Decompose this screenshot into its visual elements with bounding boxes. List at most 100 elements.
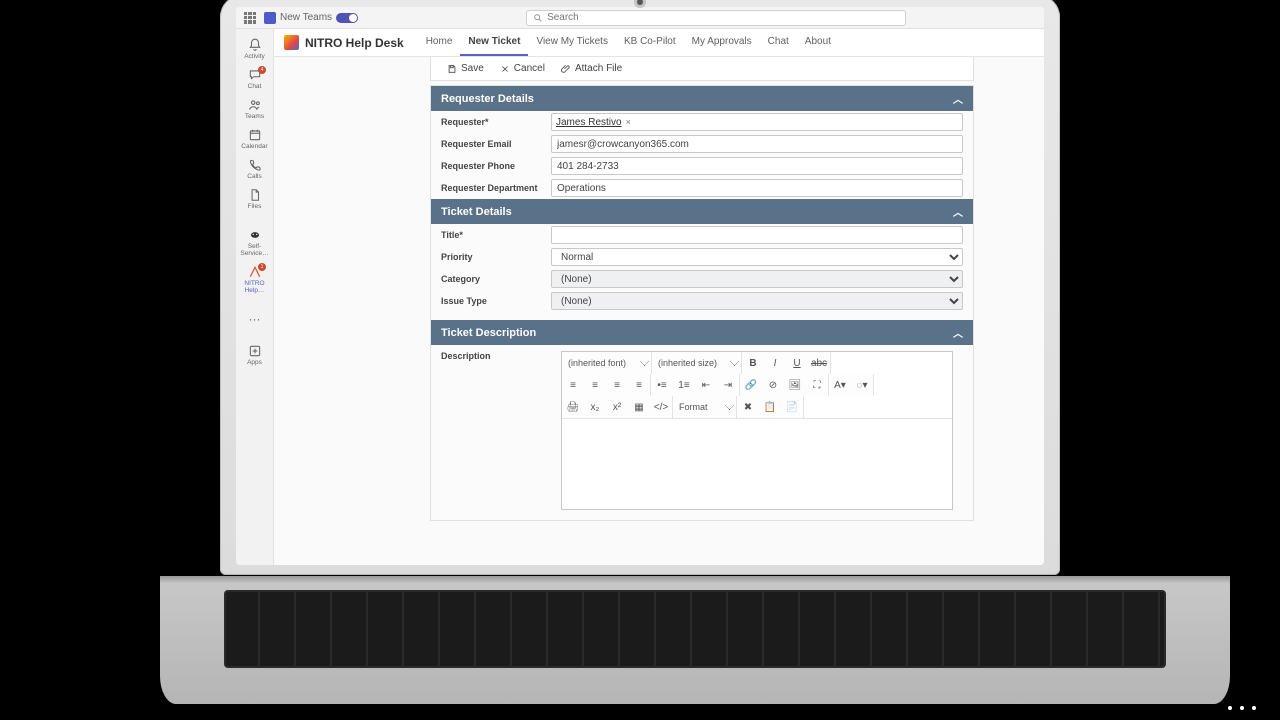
tab-my-approvals[interactable]: My Approvals [684, 29, 760, 56]
row-requester-email: Requester Email [431, 133, 973, 155]
close-icon [500, 64, 510, 74]
issuetype-label: Issue Type [441, 296, 551, 306]
clear-format-button[interactable]: ✖ [737, 396, 759, 418]
requester-phone-input[interactable] [551, 157, 963, 175]
app-pane: NITRO Help Desk Home New Ticket View My … [274, 29, 1044, 565]
attach-file-button[interactable]: Attach File [555, 61, 628, 76]
chevron-up-icon: ︿ [953, 204, 963, 219]
requester-people-picker[interactable]: James Restivo × [551, 113, 963, 131]
align-right-button[interactable]: ≡ [606, 374, 628, 396]
camera-dot [637, 0, 643, 5]
row-priority: Priority Normal [431, 246, 973, 268]
italic-button[interactable]: I [764, 352, 786, 374]
category-select[interactable]: (None) [551, 270, 963, 288]
carousel-dots [1228, 706, 1256, 710]
bell-icon [248, 38, 262, 52]
rail-files[interactable]: Files [236, 185, 273, 213]
tab-kb-copilot[interactable]: KB Co-Pilot [616, 29, 684, 56]
rail-activity[interactable]: Activity [236, 35, 273, 63]
bold-button[interactable]: B [742, 352, 764, 374]
numbered-list-button[interactable]: 1≡ [673, 374, 695, 396]
fullscreen-button[interactable]: ⛶ [806, 374, 828, 396]
row-requester: Requester* James Restivo × [431, 111, 973, 133]
print-button[interactable]: 🖨 [562, 396, 584, 418]
paste-button[interactable]: 📋 [759, 396, 781, 418]
indent-button[interactable]: ⇥ [717, 374, 739, 396]
chevron-up-icon: ︿ [953, 91, 963, 106]
waffle-icon[interactable] [244, 12, 256, 24]
people-icon [248, 98, 262, 112]
rail-nitro-help[interactable]: 1 NITRO Help… [236, 262, 273, 297]
align-left-button[interactable]: ≡ [562, 374, 584, 396]
image-button[interactable]: 🖼 [784, 374, 806, 396]
row-requester-dept: Requester Department [431, 177, 973, 199]
rail-selfservice[interactable]: Self-Service… [236, 225, 273, 260]
teams-chrome-bar: New Teams [236, 7, 1044, 29]
title-input[interactable] [551, 226, 963, 244]
superscript-button[interactable]: x² [606, 396, 628, 418]
underline-button[interactable]: U [786, 352, 808, 374]
app-tabs: Home New Ticket View My Tickets KB Co-Pi… [418, 29, 839, 56]
align-justify-button[interactable]: ≡ [628, 374, 650, 396]
rail-chat[interactable]: 4 Chat [236, 65, 273, 93]
tab-home[interactable]: Home [418, 29, 461, 56]
rail-calendar[interactable]: Calendar [236, 125, 273, 153]
font-color-button[interactable]: A▾ [829, 374, 851, 396]
tab-about[interactable]: About [797, 29, 839, 56]
title-label: Title* [441, 230, 551, 240]
table-button[interactable]: ▦ [628, 396, 650, 418]
app-title: NITRO Help Desk [305, 36, 404, 50]
outdent-button[interactable]: ⇤ [695, 374, 717, 396]
tab-view-my-tickets[interactable]: View My Tickets [528, 29, 616, 56]
form-canvas: Save Cancel Attach File [274, 57, 1044, 565]
section-description-header[interactable]: Ticket Description ︿ [431, 320, 973, 345]
laptop-frame: New Teams Activity 4 Chat [220, 0, 1060, 575]
code-button[interactable]: </> [650, 396, 672, 418]
subscript-button[interactable]: x₂ [584, 396, 606, 418]
priority-select[interactable]: Normal [551, 248, 963, 266]
bulleted-list-button[interactable]: •≡ [651, 374, 673, 396]
rail-teams[interactable]: Teams [236, 95, 273, 123]
search-box[interactable] [526, 10, 906, 26]
main-area: Activity 4 Chat Teams Calendar Cal [236, 29, 1044, 565]
requester-pill: James Restivo [556, 117, 622, 128]
description-body[interactable] [562, 419, 952, 509]
insert-button[interactable]: 📄 [781, 396, 803, 418]
tab-chat[interactable]: Chat [760, 29, 797, 56]
bg-color-button[interactable]: ◌▾ [851, 374, 873, 396]
section-ticket-header[interactable]: Ticket Details ︿ [431, 199, 973, 224]
search-input[interactable] [547, 12, 899, 23]
laptop-keyboard [160, 576, 1230, 704]
toggle-switch[interactable] [336, 13, 358, 23]
search-icon [533, 13, 543, 23]
file-icon [248, 188, 262, 202]
chevron-up-icon: ︿ [953, 325, 963, 340]
align-center-button[interactable]: ≡ [584, 374, 606, 396]
phone-icon [248, 158, 262, 172]
save-button[interactable]: Save [441, 61, 490, 76]
action-bar: Save Cancel Attach File [430, 57, 974, 81]
unlink-button[interactable]: ⊘ [762, 374, 784, 396]
rail-more[interactable]: ··· [236, 309, 273, 329]
rail-apps[interactable]: Apps [236, 341, 273, 369]
category-label: Category [441, 274, 551, 284]
cancel-button[interactable]: Cancel [494, 61, 551, 76]
tab-new-ticket[interactable]: New Ticket [460, 29, 528, 56]
size-select[interactable]: (inherited size) [652, 352, 742, 374]
section-title: Ticket Details [441, 206, 512, 218]
requester-dept-input[interactable] [551, 179, 963, 197]
remove-requester-icon[interactable]: × [626, 117, 631, 127]
new-teams-toggle[interactable]: New Teams [264, 12, 358, 24]
requester-email-input[interactable] [551, 135, 963, 153]
strike-button[interactable]: abc [808, 352, 830, 374]
rail-calls[interactable]: Calls [236, 155, 273, 183]
link-button[interactable]: 🔗 [740, 374, 762, 396]
app-logo [284, 35, 299, 50]
issuetype-select[interactable]: (None) [551, 292, 963, 310]
row-title: Title* [431, 224, 973, 246]
paperclip-icon [561, 64, 571, 74]
format-select[interactable]: Format [673, 396, 737, 418]
font-select[interactable]: (inherited font) [562, 352, 652, 374]
new-teams-label: New Teams [280, 12, 332, 23]
section-requester-header[interactable]: Requester Details ︿ [431, 86, 973, 111]
